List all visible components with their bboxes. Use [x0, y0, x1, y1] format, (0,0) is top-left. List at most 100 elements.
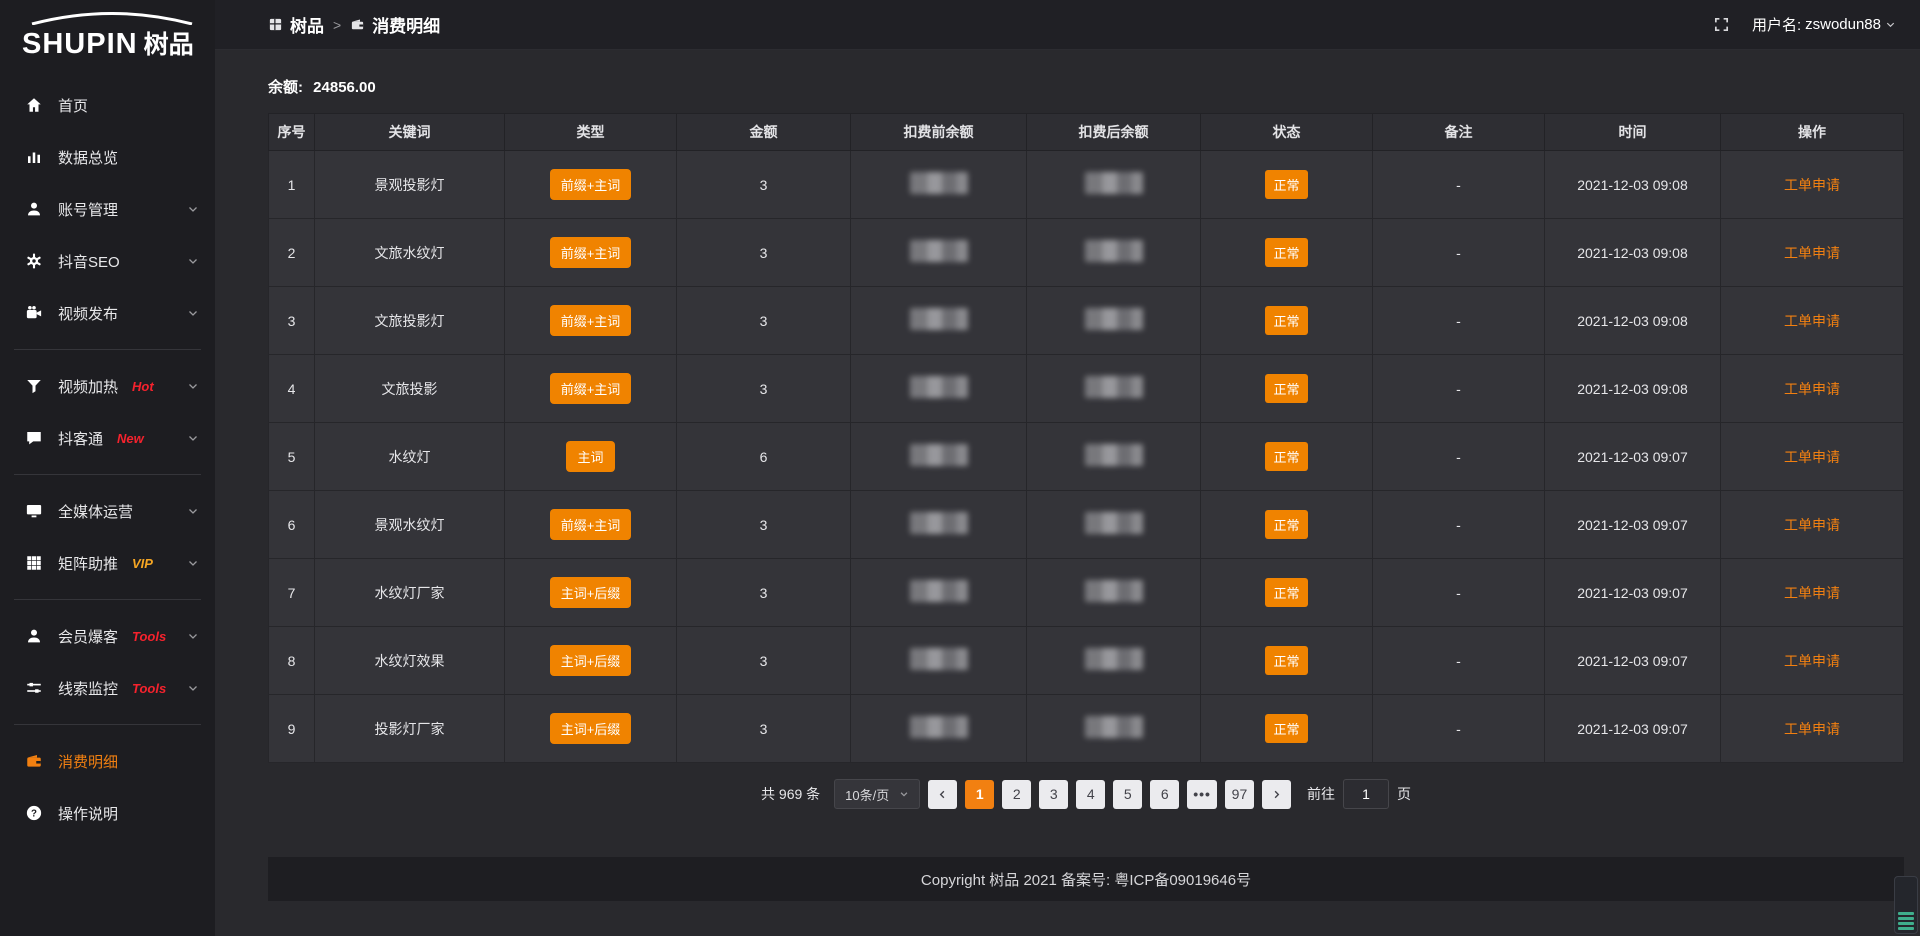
sidebar-item-线索监控[interactable]: 线索监控Tools	[0, 668, 215, 708]
page-button-3[interactable]: 3	[1039, 780, 1068, 809]
cell-time: 2021-12-03 09:07	[1545, 695, 1721, 763]
chat-widget[interactable]	[1894, 876, 1918, 934]
table-row: 9投影灯厂家主词+后缀3正常-2021-12-03 09:07工单申请	[269, 695, 1904, 763]
wallet-icon	[24, 751, 44, 771]
column-header-序号: 序号	[269, 114, 315, 151]
sidebar-item-抖客通[interactable]: 抖客通New	[0, 418, 215, 458]
sidebar-item-数据总览[interactable]: 数据总览	[0, 137, 215, 177]
page-size-select[interactable]: 10条/页	[834, 779, 920, 809]
cell-time: 2021-12-03 09:07	[1545, 559, 1721, 627]
sidebar-item-消费明细[interactable]: 消费明细	[0, 741, 215, 781]
cell-action: 工单申请	[1721, 423, 1904, 491]
page-button-2[interactable]: 2	[1002, 780, 1031, 809]
cell-type: 主词+后缀	[505, 627, 677, 695]
breadcrumb-item-消费明细[interactable]: 消费明细	[350, 12, 440, 37]
type-badge: 前缀+主词	[550, 169, 632, 200]
topbar: 树品>消费明细 用户名: zswodun88	[215, 0, 1920, 50]
cell-keyword: 水纹灯	[315, 423, 505, 491]
cell-type: 前缀+主词	[505, 219, 677, 287]
sliders-icon	[24, 678, 44, 698]
cell-index: 1	[269, 151, 315, 219]
sidebar-item-全媒体运营[interactable]: 全媒体运营	[0, 491, 215, 531]
page-button-97[interactable]: 97	[1225, 780, 1254, 809]
work-order-link[interactable]: 工单申请	[1784, 517, 1840, 533]
sidebar: SHUPIN 树品 首页数据总览账号管理抖音SEO视频发布视频加热Hot抖客通N…	[0, 0, 215, 936]
work-order-link[interactable]: 工单申请	[1784, 653, 1840, 669]
goto-page-input[interactable]	[1343, 779, 1389, 809]
page-button-5[interactable]: 5	[1113, 780, 1142, 809]
cell-balance-after	[1027, 627, 1201, 695]
status-badge: 正常	[1265, 510, 1307, 539]
next-page-button[interactable]	[1262, 780, 1291, 809]
breadcrumb: 树品>消费明细	[268, 12, 440, 37]
chevron-down-icon	[187, 630, 199, 642]
sidebar-item-视频发布[interactable]: 视频发布	[0, 293, 215, 333]
work-order-link[interactable]: 工单申请	[1784, 313, 1840, 329]
page-ellipsis-button[interactable]: •••	[1187, 780, 1217, 809]
cell-balance-after	[1027, 287, 1201, 355]
cell-index: 2	[269, 219, 315, 287]
consumption-table: 序号关键词类型金额扣费前余额扣费后余额状态备注时间操作 1景观投影灯前缀+主词3…	[268, 113, 1904, 763]
table-body: 1景观投影灯前缀+主词3正常-2021-12-03 09:08工单申请2文旅水纹…	[269, 151, 1904, 763]
column-header-关键词: 关键词	[315, 114, 505, 151]
sidebar-item-label: 抖客通	[58, 428, 103, 449]
user-dropdown[interactable]: 用户名: zswodun88	[1752, 14, 1896, 35]
cell-remark: -	[1373, 695, 1545, 763]
sidebar-item-矩阵助推[interactable]: 矩阵助推VIP	[0, 543, 215, 583]
cell-type: 主词+后缀	[505, 559, 677, 627]
work-order-link[interactable]: 工单申请	[1784, 381, 1840, 397]
content-area: 余额: 24856.00 序号关键词类型金额扣费前余额扣费后余额状态备注时间操作…	[215, 50, 1920, 936]
chevron-down-icon	[187, 432, 199, 444]
breadcrumb-item-树品[interactable]: 树品	[268, 12, 324, 37]
cell-action: 工单申请	[1721, 219, 1904, 287]
cell-keyword: 景观水纹灯	[315, 491, 505, 559]
page-button-6[interactable]: 6	[1150, 780, 1179, 809]
video-icon	[24, 303, 44, 323]
chevron-right-icon	[1271, 789, 1282, 800]
page-button-4[interactable]: 4	[1076, 780, 1105, 809]
cell-type: 主词+后缀	[505, 695, 677, 763]
sidebar-item-抖音SEO[interactable]: 抖音SEO	[0, 241, 215, 281]
masked-value	[910, 376, 968, 398]
cell-action: 工单申请	[1721, 151, 1904, 219]
logo-text-en: SHUPIN	[22, 28, 138, 61]
sidebar-item-会员爆客[interactable]: 会员爆客Tools	[0, 616, 215, 656]
breadcrumb-label: 消费明细	[372, 12, 440, 37]
breadcrumb-label: 树品	[290, 12, 324, 37]
sidebar-item-视频加热[interactable]: 视频加热Hot	[0, 366, 215, 406]
user-icon	[24, 199, 44, 219]
chevron-down-icon	[187, 380, 199, 392]
status-badge: 正常	[1265, 170, 1307, 199]
cell-status: 正常	[1201, 627, 1373, 695]
cell-action: 工单申请	[1721, 695, 1904, 763]
cell-action: 工单申请	[1721, 287, 1904, 355]
sidebar-item-账号管理[interactable]: 账号管理	[0, 189, 215, 229]
cell-balance-before	[851, 627, 1027, 695]
work-order-link[interactable]: 工单申请	[1784, 585, 1840, 601]
page-button-1[interactable]: 1	[965, 780, 994, 809]
footer: Copyright 树品 2021 备案号: 粤ICP备09019646号	[268, 857, 1904, 901]
chevron-down-icon	[187, 203, 199, 215]
cell-action: 工单申请	[1721, 491, 1904, 559]
cell-balance-before	[851, 695, 1027, 763]
type-badge: 主词+后缀	[550, 645, 632, 676]
sidebar-item-操作说明[interactable]: ?操作说明	[0, 793, 215, 833]
prev-page-button[interactable]	[928, 780, 957, 809]
work-order-link[interactable]: 工单申请	[1784, 449, 1840, 465]
cell-balance-after	[1027, 695, 1201, 763]
sidebar-item-badge: VIP	[132, 556, 153, 571]
wallet-icon	[350, 17, 365, 32]
chevron-down-icon	[187, 307, 199, 319]
masked-value	[910, 240, 968, 262]
masked-value	[910, 444, 968, 466]
cell-amount: 3	[677, 627, 851, 695]
cell-balance-after	[1027, 491, 1201, 559]
work-order-link[interactable]: 工单申请	[1784, 721, 1840, 737]
work-order-link[interactable]: 工单申请	[1784, 245, 1840, 261]
comment-icon	[24, 428, 44, 448]
work-order-link[interactable]: 工单申请	[1784, 177, 1840, 193]
cell-remark: -	[1373, 219, 1545, 287]
fullscreen-icon[interactable]	[1713, 16, 1730, 33]
cell-balance-after	[1027, 559, 1201, 627]
sidebar-item-首页[interactable]: 首页	[0, 85, 215, 125]
